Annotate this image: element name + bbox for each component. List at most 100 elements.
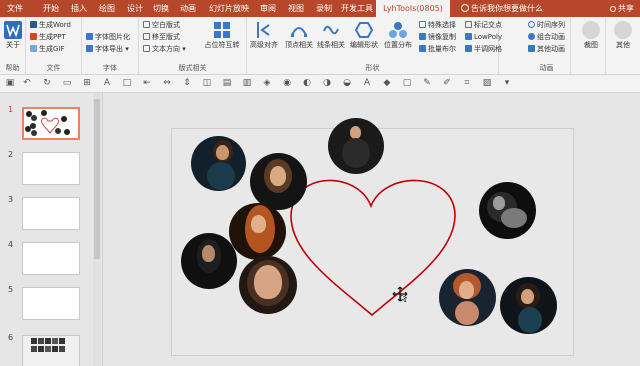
slide-thumbnail-2[interactable]: [22, 152, 80, 185]
redo-icon[interactable]: ↻: [42, 78, 52, 89]
tab-slideshow[interactable]: 幻灯片放映: [203, 0, 255, 17]
thumbnail-scroll-thumb[interactable]: [94, 99, 100, 259]
fragment-icon[interactable]: ◐: [302, 78, 312, 89]
batch-boolean-button[interactable]: 批量布尔: [419, 44, 456, 54]
portrait-photo-8[interactable]: [439, 269, 496, 326]
eyedropper-icon[interactable]: ✎: [422, 78, 432, 89]
tab-record[interactable]: 录制: [311, 0, 337, 17]
text-box-icon[interactable]: A: [102, 78, 112, 89]
blank-layout-button[interactable]: 空白版式: [143, 20, 180, 30]
tab-developer[interactable]: 开发工具: [338, 0, 376, 17]
slide-thumbnail-3[interactable]: [22, 197, 80, 230]
portrait-photo-1[interactable]: [191, 136, 246, 191]
blank-layout-icon: [143, 21, 150, 28]
thumbnail-scrollbar[interactable]: [93, 93, 101, 366]
save-icon[interactable]: ▣: [5, 78, 15, 89]
portrait-photo-2[interactable]: [250, 153, 307, 210]
line-button[interactable]: 线条相关: [315, 21, 347, 50]
distribute-icon: [389, 22, 407, 38]
shapes-icon[interactable]: □: [122, 78, 132, 89]
distribute-v-icon[interactable]: ⇕: [182, 78, 192, 89]
undo-icon[interactable]: ↶: [22, 78, 32, 89]
line-label: 线条相关: [317, 41, 345, 49]
placeholder-swap-button[interactable]: 占位符互转: [201, 21, 243, 50]
combine-shapes-icon[interactable]: ◉: [282, 78, 292, 89]
portrait-photo-9[interactable]: [500, 277, 557, 334]
slide-thumbnail-4[interactable]: [22, 242, 80, 275]
tab-lyhtools[interactable]: LyhTools(0805): [376, 0, 450, 17]
slide-thumbnail-1[interactable]: [22, 107, 80, 140]
tab-view[interactable]: 视图: [283, 0, 309, 17]
send-backward-icon[interactable]: ▥: [242, 78, 252, 89]
crop-button[interactable]: 裁图: [579, 21, 603, 50]
advanced-align-label: 高级对齐: [250, 41, 278, 49]
crop-qat-icon[interactable]: ⌗: [462, 78, 472, 89]
new-slide-icon[interactable]: ⊞: [82, 78, 92, 89]
mirror-copy-button[interactable]: 镜像复制: [419, 32, 456, 42]
group-layout: 空白版式 移至版式 文本方向 ▾ 占位符互转 版式相关: [139, 17, 247, 75]
portrait-photo-4[interactable]: [229, 203, 286, 260]
tab-home[interactable]: 开始: [38, 0, 64, 17]
distribute-h-icon[interactable]: ⇔: [162, 78, 172, 89]
tab-animations[interactable]: 动画: [175, 0, 201, 17]
timeline-label: 时间序列: [537, 21, 565, 29]
tab-review[interactable]: 审阅: [255, 0, 281, 17]
grid-swap-icon: [214, 22, 230, 38]
tab-design[interactable]: 设计: [122, 0, 148, 17]
start-from-beginning-icon[interactable]: ▭: [62, 78, 72, 89]
align-icon[interactable]: ⇤: [142, 78, 152, 89]
slide-thumbnail-6[interactable]: [22, 335, 80, 366]
move-to-layout-button[interactable]: 移至版式: [143, 32, 180, 42]
tab-file[interactable]: 文件: [2, 0, 28, 17]
other-anim-button[interactable]: 其他动画: [528, 44, 565, 54]
portrait-photo-6[interactable]: [239, 256, 297, 314]
tell-me-search[interactable]: 告诉我你想要做什么: [458, 0, 568, 17]
merge-shapes-icon[interactable]: ◈: [262, 78, 272, 89]
outline-icon[interactable]: ▢: [402, 78, 412, 89]
font-to-image-button[interactable]: 字体图片化: [86, 32, 130, 42]
combine-anim-icon: [528, 33, 535, 40]
tab-insert[interactable]: 插入: [66, 0, 92, 17]
special-select-button[interactable]: 特殊选择: [419, 20, 456, 30]
misc-button[interactable]: 其他: [610, 21, 636, 50]
format-painter-icon[interactable]: ✐: [442, 78, 452, 89]
gen-gif-button[interactable]: 生成GIF: [30, 44, 65, 54]
slide-thumbnail-5[interactable]: [22, 287, 80, 320]
share-button[interactable]: 共享: [606, 0, 638, 17]
group-objects-icon[interactable]: ◫: [202, 78, 212, 89]
combine-anim-button[interactable]: 组合动画: [528, 32, 565, 42]
vertex-button[interactable]: 顶点相关: [283, 21, 315, 50]
group-file: 生成Word 生成PPT 生成GIF 文件: [26, 17, 82, 75]
picture-icon[interactable]: ▨: [482, 78, 492, 89]
timeline-button[interactable]: 时间序列: [528, 20, 565, 30]
slide-number-4: 4: [8, 240, 14, 249]
lowpoly-button[interactable]: LowPoly: [465, 32, 502, 42]
tab-transitions[interactable]: 切换: [148, 0, 174, 17]
font-export-button[interactable]: 字体导出 ▾: [86, 44, 129, 54]
slide-number-1: 1: [8, 105, 14, 114]
ppt-icon: [30, 33, 37, 40]
font-color-icon[interactable]: A: [362, 78, 372, 89]
subtract-icon[interactable]: ◒: [342, 78, 352, 89]
text-direction-button[interactable]: 文本方向 ▾: [143, 44, 186, 54]
edit-shape-label: 编辑形状: [350, 41, 378, 49]
halftone-grid-button[interactable]: 半调网格: [465, 44, 502, 54]
about-button[interactable]: 关于: [3, 21, 23, 50]
gen-ppt-button[interactable]: 生成PPT: [30, 32, 66, 42]
tab-draw[interactable]: 绘图: [94, 0, 120, 17]
hexagon-icon: [355, 22, 373, 38]
intersect-icon[interactable]: ◑: [322, 78, 332, 89]
edit-shape-button[interactable]: 编辑形状: [347, 21, 381, 50]
gen-gif-label: 生成GIF: [39, 45, 65, 53]
portrait-photo-7[interactable]: [479, 182, 536, 239]
mark-intersection-button[interactable]: 标记交点: [465, 20, 502, 30]
mark-intersection-label: 标记交点: [474, 21, 502, 29]
position-distribute-button[interactable]: 位置分布: [381, 21, 415, 50]
gen-word-button[interactable]: 生成Word: [30, 20, 71, 30]
portrait-photo-5[interactable]: [181, 233, 237, 289]
portrait-photo-3[interactable]: [328, 118, 384, 174]
customize-qat-icon[interactable]: ▾: [502, 78, 512, 89]
advanced-align-button[interactable]: 高级对齐: [247, 21, 281, 50]
fill-color-icon[interactable]: ◆: [382, 78, 392, 89]
bring-forward-icon[interactable]: ▤: [222, 78, 232, 89]
